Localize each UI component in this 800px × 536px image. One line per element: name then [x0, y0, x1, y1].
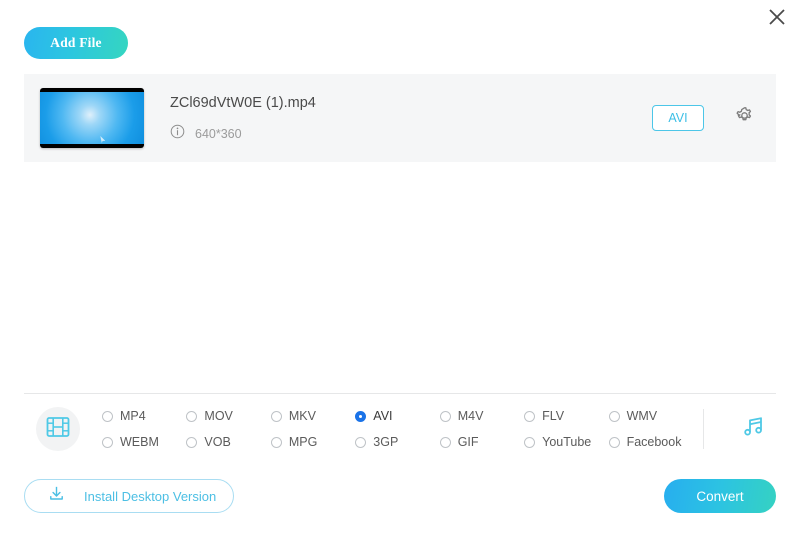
format-option-m4v[interactable]: M4V — [439, 409, 524, 423]
radio-icon — [102, 410, 113, 422]
radio-icon — [439, 436, 451, 448]
format-panel-separator — [703, 409, 704, 449]
format-label: WEBM — [120, 435, 159, 449]
install-desktop-version-button[interactable]: Install Desktop Version — [24, 479, 234, 513]
format-panel: MP4 MOV MKV AVI M4V FLV WMV WEBM VOB MPG… — [24, 396, 776, 462]
file-info: ZCl69dVtW0E (1).mp4 640*360 — [170, 93, 652, 144]
formats-divider — [24, 393, 776, 394]
format-option-vob[interactable]: VOB — [186, 435, 270, 449]
format-option-gif[interactable]: GIF — [439, 435, 524, 449]
file-settings-button[interactable] — [732, 106, 756, 130]
radio-icon — [270, 436, 282, 448]
video-format-tab[interactable] — [36, 407, 80, 451]
file-resolution: 640*360 — [195, 126, 242, 141]
radio-icon — [524, 436, 536, 448]
format-option-3gp[interactable]: 3GP — [355, 435, 439, 449]
gear-icon — [734, 105, 755, 131]
format-label: M4V — [457, 409, 484, 423]
install-button-label: Install Desktop Version — [84, 488, 217, 504]
format-label: 3GP — [373, 435, 399, 449]
format-option-facebook[interactable]: Facebook — [608, 435, 693, 449]
format-option-mov[interactable]: MOV — [186, 409, 270, 423]
format-option-avi[interactable]: AVI — [355, 409, 439, 423]
format-label: FLV — [542, 409, 565, 423]
format-option-flv[interactable]: FLV — [524, 409, 608, 423]
file-list-row[interactable]: ZCl69dVtW0E (1).mp4 640*360 AVI — [24, 74, 776, 162]
video-thumbnail — [40, 88, 144, 148]
output-format-chip[interactable]: AVI — [652, 105, 704, 131]
converter-window: Add File ZCl69dVtW0E (1).mp4 640*360 AVI — [0, 0, 800, 536]
format-label: WMV — [626, 409, 658, 423]
info-icon[interactable] — [170, 124, 185, 144]
convert-button[interactable]: Convert — [664, 479, 776, 513]
music-note-icon — [740, 413, 768, 446]
radio-icon — [608, 410, 620, 422]
format-option-mp4[interactable]: MP4 — [102, 409, 186, 423]
format-label: MP4 — [120, 409, 146, 423]
radio-icon — [355, 410, 367, 422]
format-label: MPG — [288, 435, 318, 449]
format-label: MOV — [204, 409, 233, 423]
format-option-youtube[interactable]: YouTube — [524, 435, 608, 449]
add-file-area: Add File — [24, 27, 128, 59]
film-strip-icon — [44, 413, 72, 446]
format-label: MKV — [288, 409, 316, 423]
radio-icon — [524, 410, 536, 422]
format-label: GIF — [457, 435, 479, 449]
radio-icon — [186, 436, 198, 448]
close-icon — [767, 7, 787, 27]
add-file-button[interactable]: Add File — [24, 27, 128, 59]
format-label: Facebook — [626, 435, 682, 449]
format-option-wmv[interactable]: WMV — [608, 409, 693, 423]
radio-icon — [186, 410, 198, 422]
close-window-button[interactable] — [762, 2, 792, 32]
radio-icon — [270, 410, 282, 422]
format-option-webm[interactable]: WEBM — [102, 435, 186, 449]
audio-format-tab[interactable] — [732, 407, 776, 451]
format-label: AVI — [373, 409, 393, 423]
radio-icon — [355, 436, 367, 448]
radio-icon — [439, 410, 451, 422]
radio-icon — [608, 436, 620, 448]
download-icon — [47, 484, 66, 508]
format-label: VOB — [204, 435, 231, 449]
format-option-mkv[interactable]: MKV — [270, 409, 355, 423]
file-name: ZCl69dVtW0E (1).mp4 — [170, 94, 316, 111]
format-label: YouTube — [542, 435, 592, 449]
format-option-mpg[interactable]: MPG — [270, 435, 355, 449]
format-options: MP4 MOV MKV AVI M4V FLV WMV WEBM VOB MPG… — [102, 403, 693, 455]
radio-icon — [102, 436, 113, 448]
